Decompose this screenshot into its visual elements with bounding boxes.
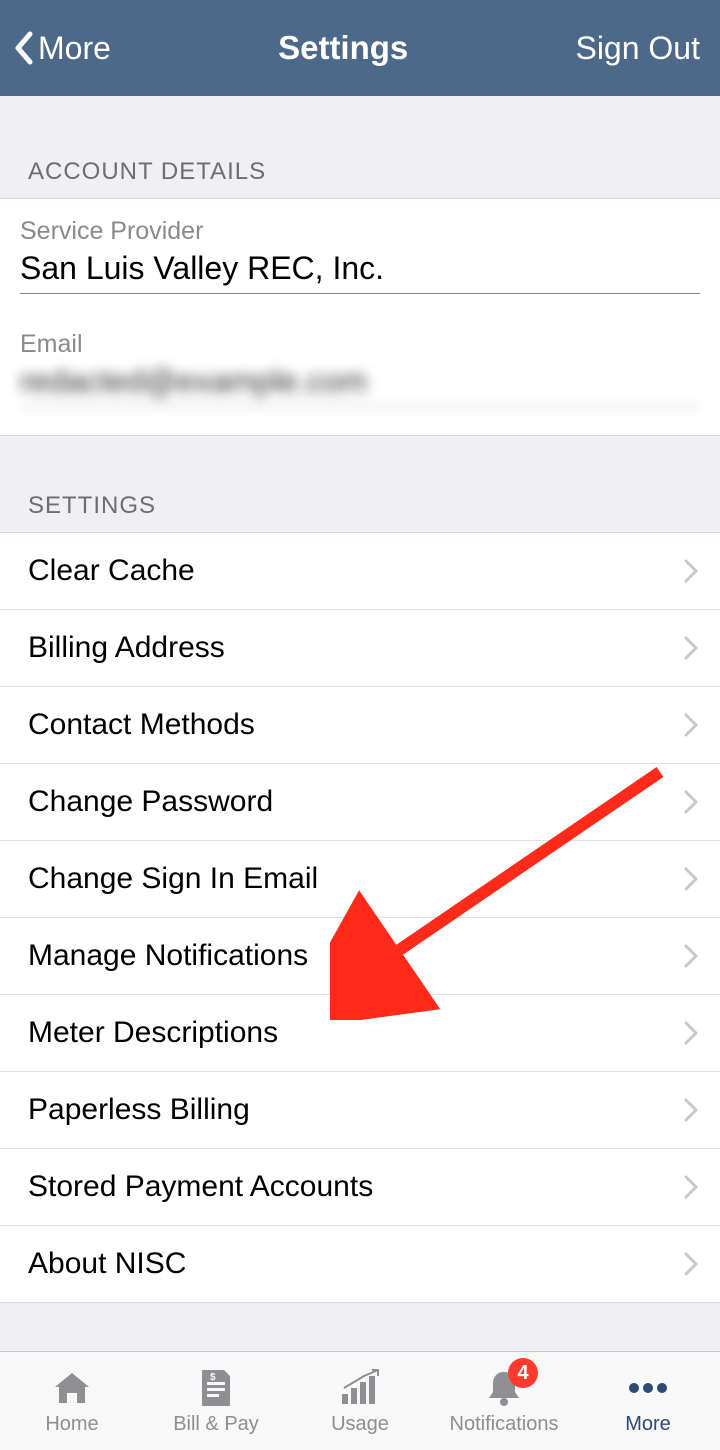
email-value: redacted@example.com xyxy=(20,363,700,407)
home-icon xyxy=(47,1366,97,1410)
section-header-account: ACCOUNT DETAILS xyxy=(0,96,720,198)
service-provider-label: Service Provider xyxy=(20,217,700,246)
service-provider-value: San Luis Valley REC, Inc. xyxy=(20,250,700,294)
page-title: Settings xyxy=(278,29,408,67)
notifications-badge: 4 xyxy=(508,1358,538,1388)
svg-text:$: $ xyxy=(210,1372,216,1383)
tab-label: Bill & Pay xyxy=(173,1413,259,1436)
settings-row-stored-payment-accounts[interactable]: Stored Payment Accounts xyxy=(0,1149,720,1226)
tab-usage[interactable]: Usage xyxy=(288,1352,432,1450)
settings-row-label: Change Sign In Email xyxy=(28,862,318,896)
settings-row-label: Stored Payment Accounts xyxy=(28,1170,373,1204)
settings-row-label: About NISC xyxy=(28,1247,186,1281)
tab-home[interactable]: Home xyxy=(0,1352,144,1450)
settings-row-label: Billing Address xyxy=(28,631,225,665)
settings-list: Clear Cache Billing Address Contact Meth… xyxy=(0,532,720,1303)
more-icon xyxy=(623,1366,673,1410)
settings-row-label: Change Password xyxy=(28,785,273,819)
sign-out-button[interactable]: Sign Out xyxy=(575,30,700,67)
service-provider-field: Service Provider San Luis Valley REC, In… xyxy=(20,217,700,294)
email-field: Email redacted@example.com xyxy=(20,330,700,407)
settings-row-meter-descriptions[interactable]: Meter Descriptions xyxy=(0,995,720,1072)
usage-icon xyxy=(335,1366,385,1410)
settings-row-billing-address[interactable]: Billing Address xyxy=(0,610,720,687)
settings-row-change-password[interactable]: Change Password xyxy=(0,764,720,841)
email-label: Email xyxy=(20,330,700,359)
settings-row-label: Clear Cache xyxy=(28,554,195,588)
bill-icon: $ xyxy=(191,1366,241,1410)
tab-label: More xyxy=(625,1413,671,1436)
tab-label: Usage xyxy=(331,1413,389,1436)
settings-row-manage-notifications[interactable]: Manage Notifications xyxy=(0,918,720,995)
header-bar: More Settings Sign Out xyxy=(0,0,720,96)
chevron-right-icon xyxy=(684,636,698,660)
account-details-card: Service Provider San Luis Valley REC, In… xyxy=(0,198,720,436)
settings-row-contact-methods[interactable]: Contact Methods xyxy=(0,687,720,764)
settings-row-label: Contact Methods xyxy=(28,708,255,742)
chevron-right-icon xyxy=(684,713,698,737)
chevron-right-icon xyxy=(684,1252,698,1276)
back-button[interactable]: More xyxy=(12,30,111,67)
chevron-left-icon xyxy=(12,30,34,66)
tab-notifications[interactable]: Notifications 4 xyxy=(432,1352,576,1450)
settings-row-about-nisc[interactable]: About NISC xyxy=(0,1226,720,1303)
chevron-right-icon xyxy=(684,790,698,814)
settings-row-change-signin-email[interactable]: Change Sign In Email xyxy=(0,841,720,918)
chevron-right-icon xyxy=(684,1175,698,1199)
chevron-right-icon xyxy=(684,1098,698,1122)
tab-bill-pay[interactable]: $ Bill & Pay xyxy=(144,1352,288,1450)
settings-row-label: Meter Descriptions xyxy=(28,1016,278,1050)
settings-row-clear-cache[interactable]: Clear Cache xyxy=(0,533,720,610)
chevron-right-icon xyxy=(684,559,698,583)
back-label: More xyxy=(38,30,111,67)
section-header-settings: SETTINGS xyxy=(0,436,720,532)
tab-label: Notifications xyxy=(450,1413,559,1436)
chevron-right-icon xyxy=(684,867,698,891)
settings-row-label: Manage Notifications xyxy=(28,939,308,973)
settings-row-paperless-billing[interactable]: Paperless Billing xyxy=(0,1072,720,1149)
tab-bar: Home $ Bill & Pay Usage Notifications 4 xyxy=(0,1351,720,1450)
settings-row-label: Paperless Billing xyxy=(28,1093,250,1127)
settings-screen: More Settings Sign Out ACCOUNT DETAILS S… xyxy=(0,0,720,1450)
tab-more[interactable]: More xyxy=(576,1352,720,1450)
tab-label: Home xyxy=(45,1413,98,1436)
chevron-right-icon xyxy=(684,1021,698,1045)
chevron-right-icon xyxy=(684,944,698,968)
